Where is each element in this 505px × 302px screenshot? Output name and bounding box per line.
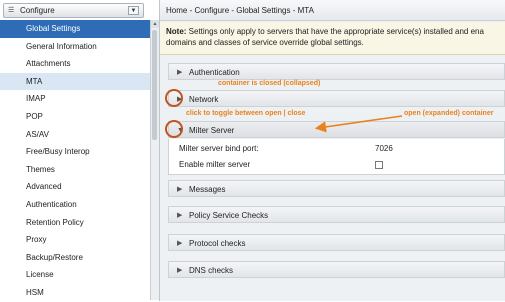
- annotation-open: open (expanded) container: [404, 110, 494, 117]
- sidebar-item-as-av[interactable]: AS/AV: [0, 126, 150, 144]
- expand-arrow-icon[interactable]: ▶: [177, 64, 182, 81]
- expand-arrow-icon[interactable]: ▶: [177, 262, 182, 279]
- sidebar-item-authentication[interactable]: Authentication: [0, 196, 150, 214]
- enable-milter-label: Enable milter server: [179, 160, 251, 169]
- section-protocol-checks[interactable]: ▶ Protocol checks: [168, 234, 505, 251]
- section-label: Network: [189, 95, 219, 104]
- sidebar-item-free-busy-interop[interactable]: Free/Busy Interop: [0, 143, 150, 161]
- section-label: Authentication: [189, 68, 240, 77]
- bind-port-row: Milter server bind port: 7026: [169, 141, 505, 157]
- sidebar-item-backup-restore[interactable]: Backup/Restore: [0, 249, 150, 267]
- left-panel: ☰ Configure ▼ Global Settings General In…: [0, 0, 160, 301]
- section-dns-checks[interactable]: ▶ DNS checks: [168, 261, 505, 278]
- section-authentication[interactable]: ▶ Authentication: [168, 63, 505, 80]
- annotation-toggle: click to toggle between open | close: [186, 110, 306, 117]
- expand-arrow-icon[interactable]: ▶: [177, 181, 182, 198]
- section-policy-service-checks[interactable]: ▶ Policy Service Checks: [168, 206, 505, 223]
- expand-arrow-icon[interactable]: ▶: [177, 207, 182, 224]
- section-milter-server[interactable]: ▼ Milter Server: [168, 121, 505, 138]
- section-label: Milter Server: [189, 126, 235, 135]
- sidebar-nav: Global Settings General Information Atta…: [0, 20, 150, 302]
- scroll-up-icon[interactable]: ▲: [151, 20, 159, 28]
- breadcrumb: Home - Configure - Global Settings - MTA: [160, 0, 505, 21]
- sidebar-item-hsm[interactable]: HSM: [0, 284, 150, 302]
- section-network[interactable]: ▶ Network: [168, 90, 505, 107]
- sidebar-item-attachments[interactable]: Attachments: [0, 55, 150, 73]
- content-panel: Home - Configure - Global Settings - MTA…: [160, 0, 505, 301]
- section-messages[interactable]: ▶ Messages: [168, 180, 505, 197]
- sidebar-item-mta[interactable]: MTA: [0, 72, 150, 91]
- configure-dropdown[interactable]: ☰ Configure ▼: [3, 3, 144, 18]
- annotation-closed: container is closed (collapsed): [218, 80, 321, 87]
- sidebar-item-pop[interactable]: POP: [0, 108, 150, 126]
- sidebar-item-general-information[interactable]: General Information: [0, 38, 150, 56]
- sidebar-item-imap[interactable]: IMAP: [0, 90, 150, 108]
- chevron-down-icon[interactable]: ▼: [128, 6, 139, 15]
- scroll-thumb[interactable]: [152, 30, 157, 140]
- annotation-circle-milter: [165, 120, 183, 138]
- sidebar-item-global-settings[interactable]: Global Settings: [0, 20, 150, 38]
- section-label: Protocol checks: [189, 239, 246, 248]
- section-label: DNS checks: [189, 266, 234, 275]
- annotation-circle-network: [165, 89, 183, 107]
- milter-server-panel: Milter server bind port: 7026 Enable mil…: [168, 139, 505, 175]
- enable-milter-checkbox[interactable]: [375, 161, 383, 169]
- bind-port-label: Milter server bind port:: [179, 144, 259, 153]
- sidebar-item-themes[interactable]: Themes: [0, 161, 150, 179]
- note-label: Note:: [166, 27, 187, 36]
- enable-milter-row: Enable milter server: [169, 157, 505, 173]
- note-line-1: Settings only apply to servers that have…: [186, 27, 484, 36]
- configure-icon: ☰: [8, 7, 15, 14]
- sidebar-item-advanced[interactable]: Advanced: [0, 178, 150, 196]
- sidebar-scrollbar[interactable]: ▲: [150, 20, 159, 300]
- section-label: Policy Service Checks: [189, 211, 269, 220]
- configure-label: Configure: [20, 6, 55, 15]
- note-line-2: domains and classes of service override …: [166, 38, 364, 47]
- expand-arrow-icon[interactable]: ▶: [177, 235, 182, 252]
- section-label: Messages: [189, 185, 226, 194]
- bind-port-value[interactable]: 7026: [375, 141, 393, 157]
- sidebar-item-license[interactable]: License: [0, 266, 150, 284]
- sidebar-item-retention-policy[interactable]: Retention Policy: [0, 214, 150, 232]
- sidebar-item-proxy[interactable]: Proxy: [0, 231, 150, 249]
- note-banner: Note: Settings only apply to servers tha…: [160, 22, 505, 55]
